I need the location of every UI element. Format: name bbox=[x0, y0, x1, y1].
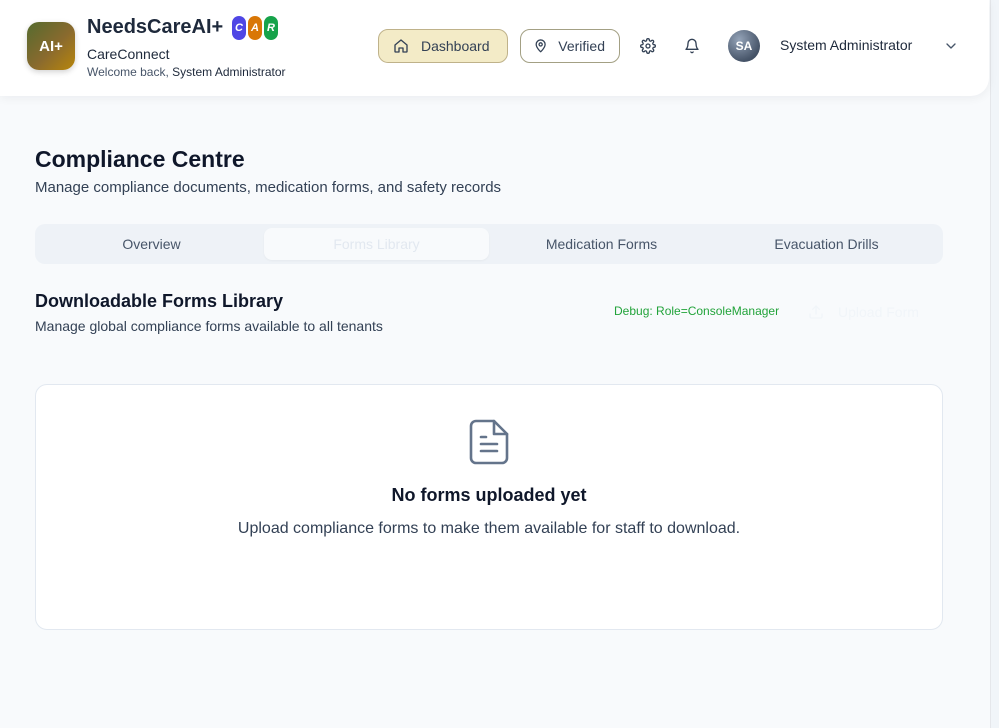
map-pin-icon bbox=[535, 39, 546, 53]
avatar[interactable]: SA bbox=[728, 30, 760, 62]
dashboard-label: Dashboard bbox=[421, 38, 490, 54]
home-icon bbox=[394, 39, 408, 53]
debug-role-text: Debug: Role=ConsoleManager bbox=[614, 304, 780, 318]
empty-state-title: No forms uploaded yet bbox=[391, 485, 587, 505]
brand-subtitle: CareConnect bbox=[87, 46, 170, 62]
file-text-icon bbox=[469, 419, 509, 465]
verified-button[interactable]: Verified bbox=[520, 29, 620, 63]
empty-state-description: Upload compliance forms to make them ava… bbox=[237, 520, 741, 537]
page-title: Compliance Centre bbox=[35, 146, 245, 172]
tab-medication-forms[interactable]: Medication Forms bbox=[489, 228, 714, 260]
car-badges: C A R bbox=[232, 16, 278, 40]
user-name[interactable]: System Administrator bbox=[780, 37, 912, 53]
tab-evacuation-drills[interactable]: Evacuation Drills bbox=[714, 228, 939, 260]
badge-r: R bbox=[264, 16, 278, 40]
welcome-user: System Administrator bbox=[172, 65, 286, 79]
welcome-message: Welcome back, System Administrator bbox=[87, 65, 286, 79]
gear-icon bbox=[640, 38, 656, 54]
tab-overview[interactable]: Overview bbox=[39, 228, 264, 260]
dashboard-button[interactable]: Dashboard bbox=[378, 29, 508, 63]
section-title: Downloadable Forms Library bbox=[35, 291, 284, 311]
badge-a: A bbox=[248, 16, 262, 40]
page-subtitle: Manage compliance documents, medication … bbox=[35, 179, 502, 196]
app-logo[interactable]: AI+ bbox=[27, 22, 75, 70]
forms-empty-state-card: No forms uploaded yet Upload compliance … bbox=[35, 384, 943, 630]
page-scrollbar[interactable] bbox=[990, 0, 999, 728]
top-header: AI+ NeedsCareAI+ C A R CareConnect Welco… bbox=[0, 0, 989, 96]
tab-forms-library[interactable]: Forms Library bbox=[264, 228, 489, 260]
verified-label: Verified bbox=[558, 38, 605, 54]
settings-button[interactable] bbox=[638, 36, 658, 56]
notifications-button[interactable] bbox=[682, 36, 702, 56]
welcome-prefix: Welcome back, bbox=[87, 65, 173, 79]
section-subtitle: Manage global compliance forms available… bbox=[35, 318, 383, 334]
chevron-down-icon[interactable] bbox=[943, 38, 959, 54]
upload-form-label: Upload Form bbox=[838, 304, 919, 320]
bell-icon bbox=[685, 38, 699, 54]
brand-name: NeedsCareAI+ bbox=[87, 16, 224, 38]
upload-form-button[interactable]: Upload Form bbox=[808, 300, 919, 324]
compliance-tabs: Overview Forms Library Medication Forms … bbox=[35, 224, 943, 264]
upload-icon bbox=[809, 305, 823, 319]
badge-c: C bbox=[232, 16, 246, 40]
